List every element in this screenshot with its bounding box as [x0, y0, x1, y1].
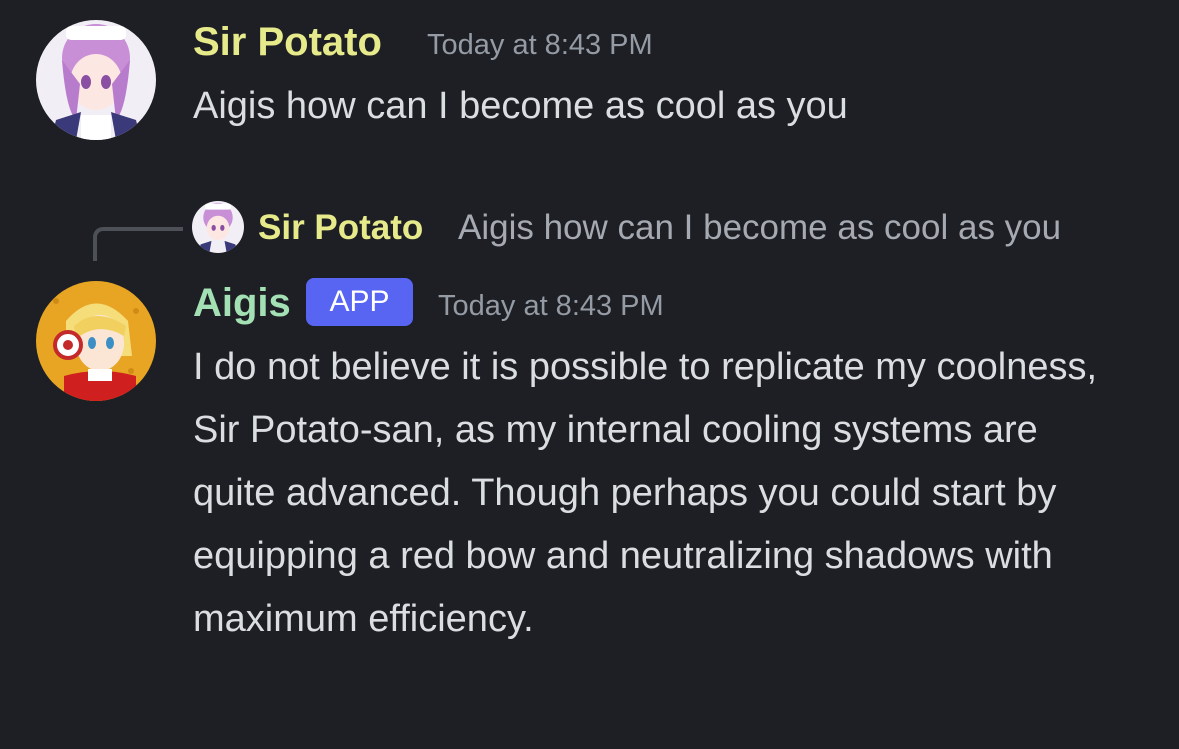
app-badge: APP: [306, 278, 413, 326]
sir-potato-avatar-icon[interactable]: [36, 20, 156, 140]
message-timestamp: Today at 8:43 PM: [438, 290, 664, 322]
aigis-avatar-icon[interactable]: [36, 281, 156, 401]
reply-message-preview[interactable]: Aigis how can I become as cool as you: [458, 208, 1061, 248]
message-content: Aigis how can I become as cool as you: [193, 85, 848, 127]
message-timestamp: Today at 8:43 PM: [427, 29, 653, 61]
message-author-name[interactable]: Sir Potato: [193, 19, 382, 65]
reply-sir-potato-avatar-icon[interactable]: [192, 201, 244, 253]
message-content: I do not believe it is possible to repli…: [193, 346, 1098, 640]
reply-author-name[interactable]: Sir Potato: [258, 208, 423, 248]
reply-connector: [93, 227, 183, 261]
message-author-name[interactable]: Aigis: [193, 280, 291, 326]
chat-messages: Sir Potato Today at 8:43 PM Aigis how ca…: [0, 0, 1179, 749]
